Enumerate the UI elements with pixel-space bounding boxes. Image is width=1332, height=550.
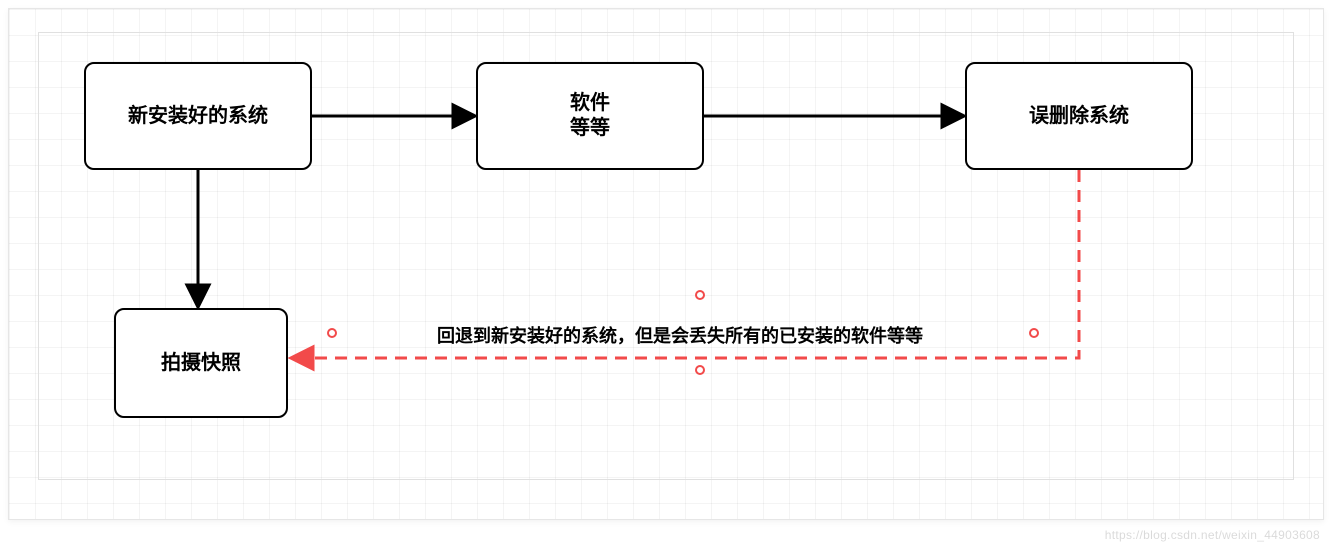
node-new-system: 新安装好的系统 [84,62,312,170]
node-snapshot-label: 拍摄快照 [161,351,241,376]
node-mis-delete: 误删除系统 [965,62,1193,170]
node-snapshot: 拍摄快照 [114,308,288,418]
diagram-canvas: 新安装好的系统 软件 等等 误删除系统 拍摄快照 回退到新安装好的系统，但是会丢… [0,0,1332,550]
node-mis-delete-label: 误删除系统 [1029,104,1129,129]
node-software-label: 软件 等等 [570,91,610,141]
node-new-system-label: 新安装好的系统 [128,104,268,129]
node-software: 软件 等等 [476,62,704,170]
watermark-text: https://blog.csdn.net/weixin_44903608 [1105,528,1320,542]
